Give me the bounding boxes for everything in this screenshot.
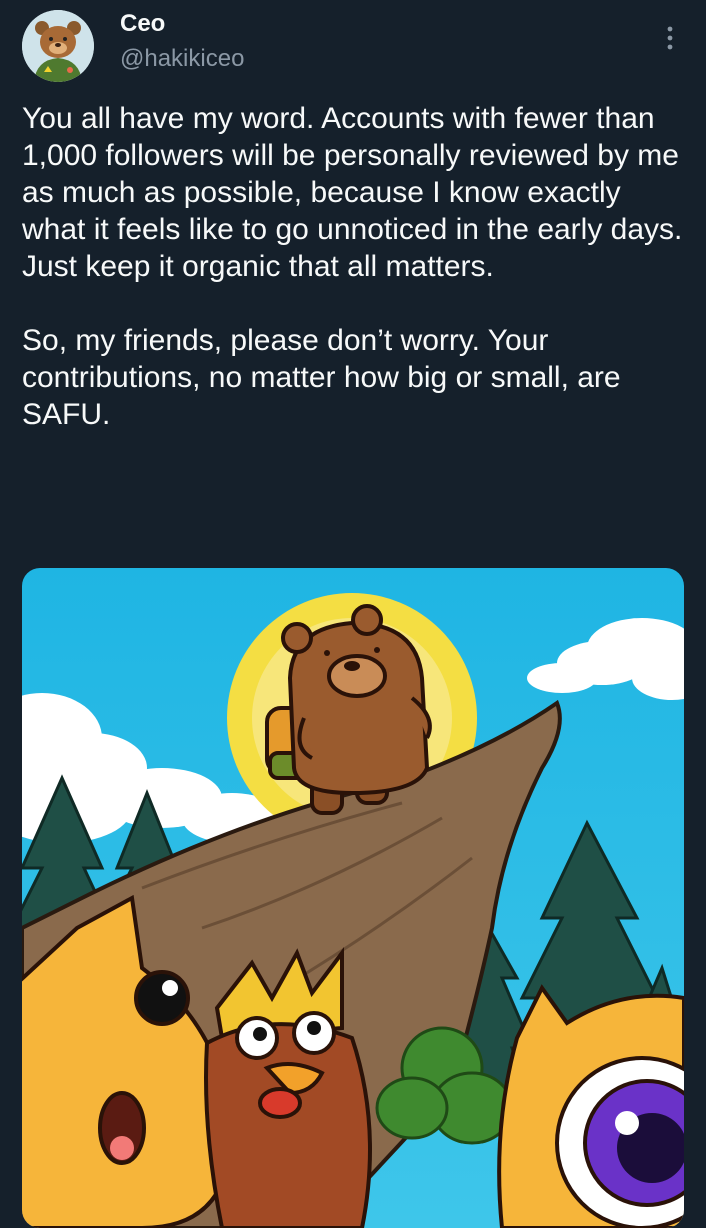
tweet-header: Ceo @hakikiceo <box>0 0 706 90</box>
more-vertical-icon <box>667 26 673 50</box>
author-avatar[interactable] <box>22 10 94 82</box>
more-options-button[interactable] <box>652 20 688 56</box>
tweet-paragraph-1: You all have my word. Accounts with fewe… <box>22 102 683 283</box>
tweet-media-image[interactable] <box>22 568 684 1228</box>
author-display-name[interactable]: Ceo <box>120 10 165 38</box>
yellow-creature-icon <box>497 984 684 1228</box>
tweet-text: You all have my word. Accounts with fewe… <box>22 100 692 433</box>
bear-avatar-icon <box>22 10 94 82</box>
tweet-paragraph-2: So, my friends, please don’t worry. Your… <box>22 324 621 431</box>
illustration <box>22 568 684 1228</box>
author-handle[interactable]: @hakikiceo <box>120 45 244 73</box>
